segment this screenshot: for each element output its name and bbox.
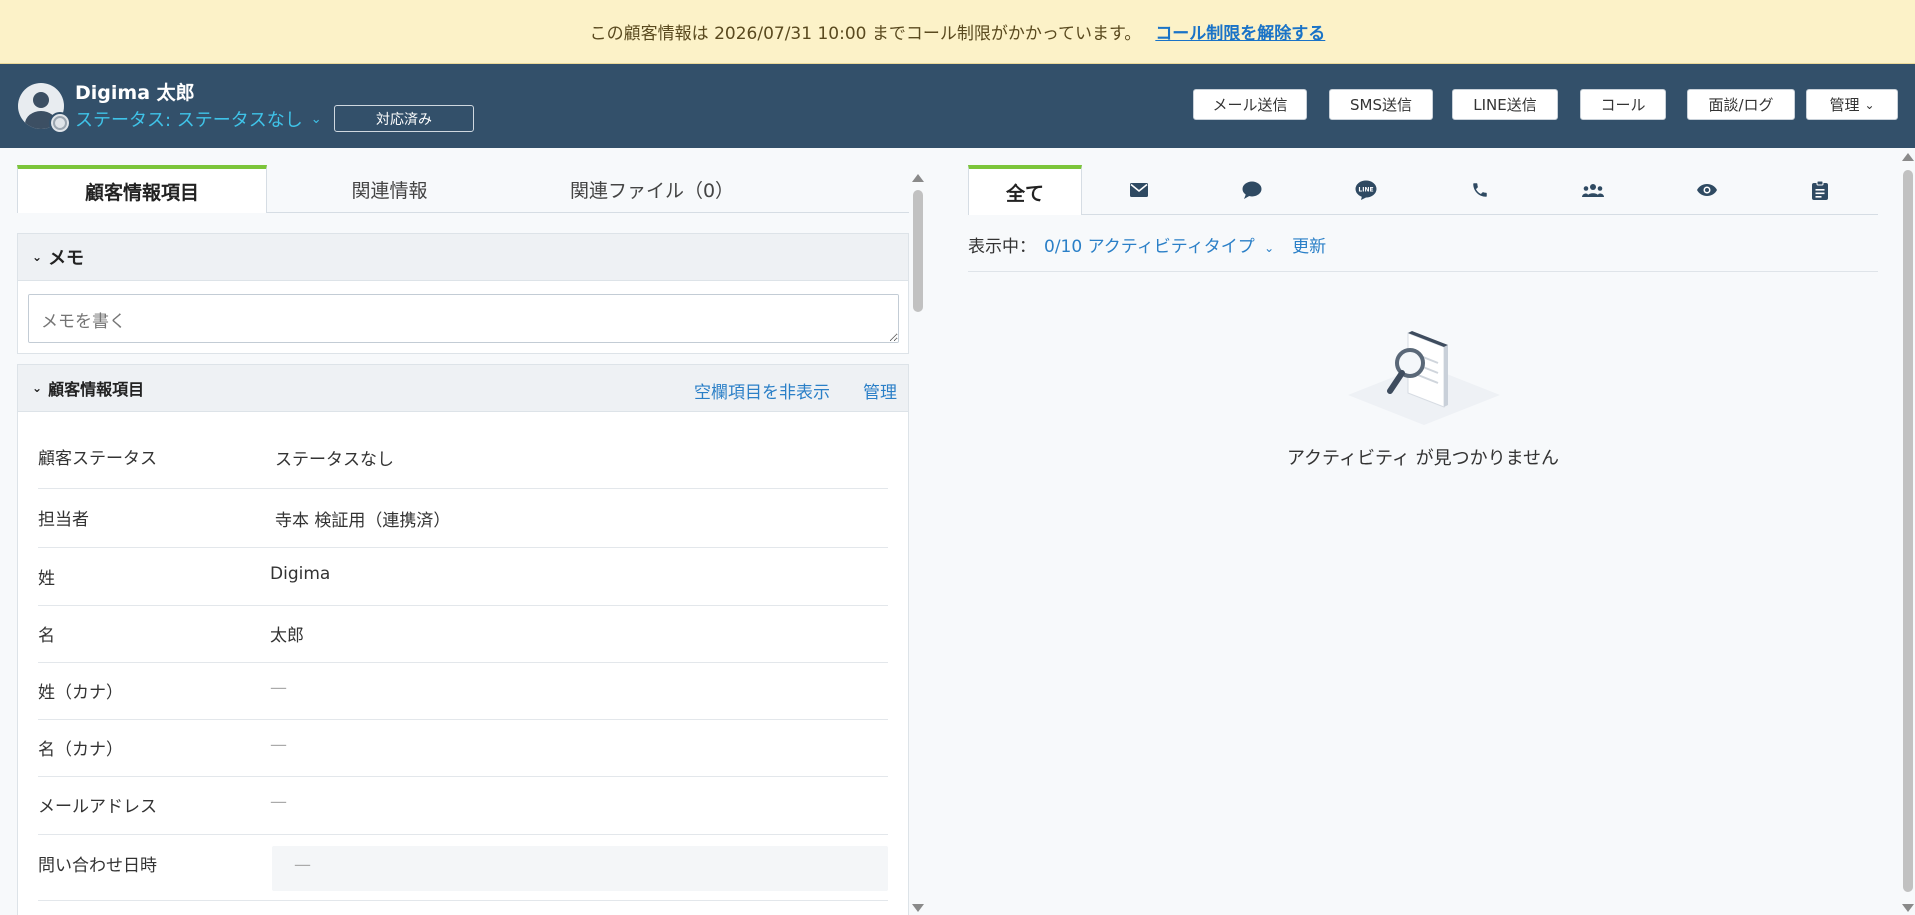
- memo-title: メモ: [48, 248, 85, 269]
- tab-mail[interactable]: [1082, 165, 1196, 215]
- left-scrollbar-thumb[interactable]: [913, 190, 923, 312]
- call-button[interactable]: コール: [1580, 89, 1666, 120]
- field-label: メールアドレス: [38, 797, 157, 817]
- tab-line[interactable]: LINE: [1309, 165, 1423, 215]
- manage-dropdown-button[interactable]: 管理 ⌄: [1806, 89, 1898, 120]
- first-name-value[interactable]: 太郎: [270, 621, 304, 646]
- field-label: 問い合わせ日時: [38, 856, 157, 876]
- release-call-restriction-link[interactable]: コール制限を解除する: [1155, 19, 1325, 44]
- empty-search-illustration: [1348, 331, 1500, 425]
- call-restriction-banner: この顧客情報は 2026/07/31 10:00 までコール制限がかかっています…: [0, 0, 1915, 64]
- last-name-kana-value[interactable]: —: [270, 678, 287, 698]
- memo-input[interactable]: [28, 294, 899, 343]
- customer-name: Digima 太郎: [75, 82, 195, 104]
- tab-task[interactable]: [1763, 165, 1877, 215]
- status-dropdown[interactable]: ステータス: ステータスなし ⌄: [75, 106, 322, 132]
- tab-meeting[interactable]: [1536, 165, 1650, 215]
- meeting-log-button[interactable]: 面談/ログ: [1687, 89, 1795, 120]
- customer-header: Digima 太郎 ステータス: ステータスなし ⌄ 対応済み メール送信 SM…: [0, 64, 1915, 148]
- first-name-kana-value[interactable]: —: [270, 735, 287, 755]
- field-row: 名 太郎: [38, 606, 888, 663]
- tab-related-files[interactable]: 関連ファイル（0）: [527, 165, 777, 213]
- left-scrollbar[interactable]: [912, 170, 924, 915]
- chevron-down-icon: ⌄: [32, 381, 43, 395]
- last-name-value[interactable]: Digima: [270, 564, 330, 584]
- meeting-icon: [1582, 184, 1604, 197]
- tab-phone[interactable]: [1423, 165, 1537, 215]
- do-not-disturb-icon: [49, 112, 71, 134]
- activity-filter-bar: 表示中： 0/10 アクティビティタイプ ⌄ 更新: [968, 232, 1326, 257]
- status-label: ステータス: ステータスなし: [75, 110, 303, 131]
- activity-tabs: 全て LINE: [968, 165, 1878, 215]
- field-row: 顧客ステータス ステータスなし: [38, 428, 888, 489]
- field-label: 姓: [38, 569, 55, 589]
- inquiry-date-value: —: [294, 855, 311, 875]
- tab-view[interactable]: [1650, 165, 1764, 215]
- right-scrollbar-thumb[interactable]: [1903, 170, 1913, 892]
- chat-icon: [1242, 181, 1262, 199]
- chevron-down-icon: ⌄: [32, 250, 43, 264]
- field-row: 問い合わせ日時 —: [38, 835, 888, 901]
- hide-empty-fields-link[interactable]: 空欄項目を非表示: [694, 378, 830, 403]
- banner-message: この顧客情報は 2026/07/31 10:00 までコール制限がかかっています…: [589, 24, 1142, 44]
- field-row: メールアドレス —: [38, 777, 888, 835]
- handled-button[interactable]: 対応済み: [334, 105, 474, 132]
- field-row: 担当者 寺本 検証用（連携済）: [38, 489, 888, 548]
- chevron-down-icon: ⌄: [1864, 97, 1875, 112]
- empty-activity-message: アクティビティ が見つかりません: [1286, 448, 1560, 469]
- send-line-button[interactable]: LINE送信: [1452, 89, 1558, 120]
- field-label: 顧客ステータス: [38, 449, 157, 469]
- divider: [968, 271, 1878, 272]
- refresh-link[interactable]: 更新: [1292, 232, 1326, 257]
- customer-tabs: 顧客情報項目 関連情報 関連ファイル（0）: [17, 165, 909, 213]
- tab-customer-info[interactable]: 顧客情報項目: [17, 165, 267, 213]
- clipboard-icon: [1812, 180, 1828, 200]
- field-row: 名（カナ） —: [38, 720, 888, 777]
- field-label: 担当者: [38, 510, 89, 530]
- customer-info-title: 顧客情報項目: [48, 380, 145, 399]
- activity-type-label: 0/10 アクティビティタイプ: [1044, 237, 1255, 257]
- filter-label: 表示中：: [968, 237, 1036, 257]
- activity-type-dropdown[interactable]: 0/10 アクティビティタイプ ⌄: [1044, 232, 1274, 257]
- customer-info-section-header[interactable]: ⌄ 顧客情報項目 空欄項目を非表示 管理: [17, 364, 909, 412]
- assignee-value[interactable]: 寺本 検証用（連携済）: [275, 506, 450, 531]
- right-scrollbar[interactable]: [1902, 150, 1914, 915]
- phone-icon: [1473, 183, 1487, 197]
- manage-label: 管理: [1829, 96, 1860, 114]
- tab-all[interactable]: 全て: [968, 165, 1082, 215]
- field-row: 姓 Digima: [38, 548, 888, 606]
- send-mail-button[interactable]: メール送信: [1193, 89, 1307, 120]
- send-sms-button[interactable]: SMS送信: [1329, 89, 1433, 120]
- mail-icon: [1130, 183, 1148, 197]
- field-label: 名: [38, 626, 55, 646]
- line-icon: LINE: [1355, 180, 1377, 200]
- customer-status-value[interactable]: ステータスなし: [275, 445, 394, 470]
- field-label: 名（カナ）: [38, 740, 123, 760]
- email-value[interactable]: —: [270, 792, 287, 812]
- manage-fields-link[interactable]: 管理: [863, 378, 897, 403]
- svg-text:LINE: LINE: [1358, 187, 1373, 194]
- chevron-down-icon: ⌄: [1264, 241, 1275, 255]
- tab-chat[interactable]: [1195, 165, 1309, 215]
- chevron-down-icon: ⌄: [310, 111, 322, 127]
- field-label: 姓（カナ）: [38, 683, 123, 703]
- field-row: 姓（カナ） —: [38, 663, 888, 720]
- view-icon: [1697, 184, 1717, 196]
- memo-section-header[interactable]: ⌄ メモ: [17, 233, 909, 281]
- tab-related-info[interactable]: 関連情報: [282, 165, 497, 213]
